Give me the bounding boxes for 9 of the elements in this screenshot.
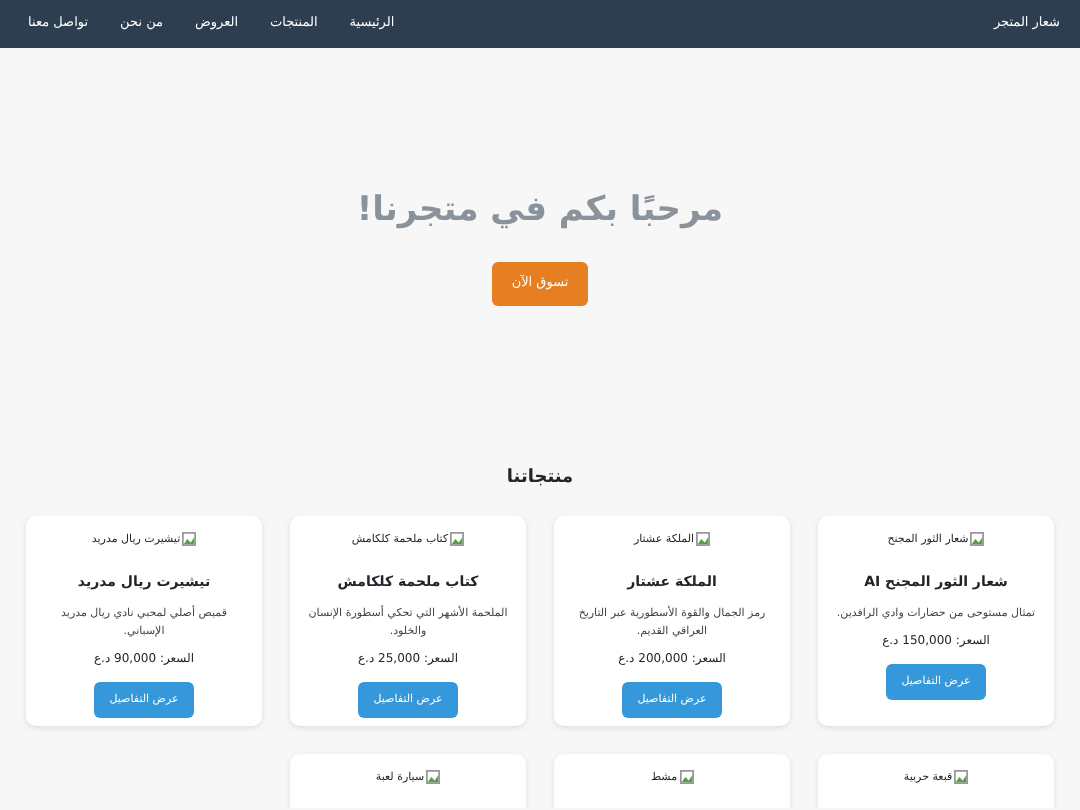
broken-image-icon [970,532,985,547]
broken-image-icon [182,532,197,547]
broken-image-icon [426,770,441,785]
broken-image-icon [954,770,969,785]
broken-image-icon [679,770,694,785]
broken-image-icon [450,532,465,547]
broken-image-icon [696,532,711,547]
hero-heading: مرحبًا بكم في متجرنا! [356,189,724,231]
section-heading: منتجاتنا [504,468,576,490]
